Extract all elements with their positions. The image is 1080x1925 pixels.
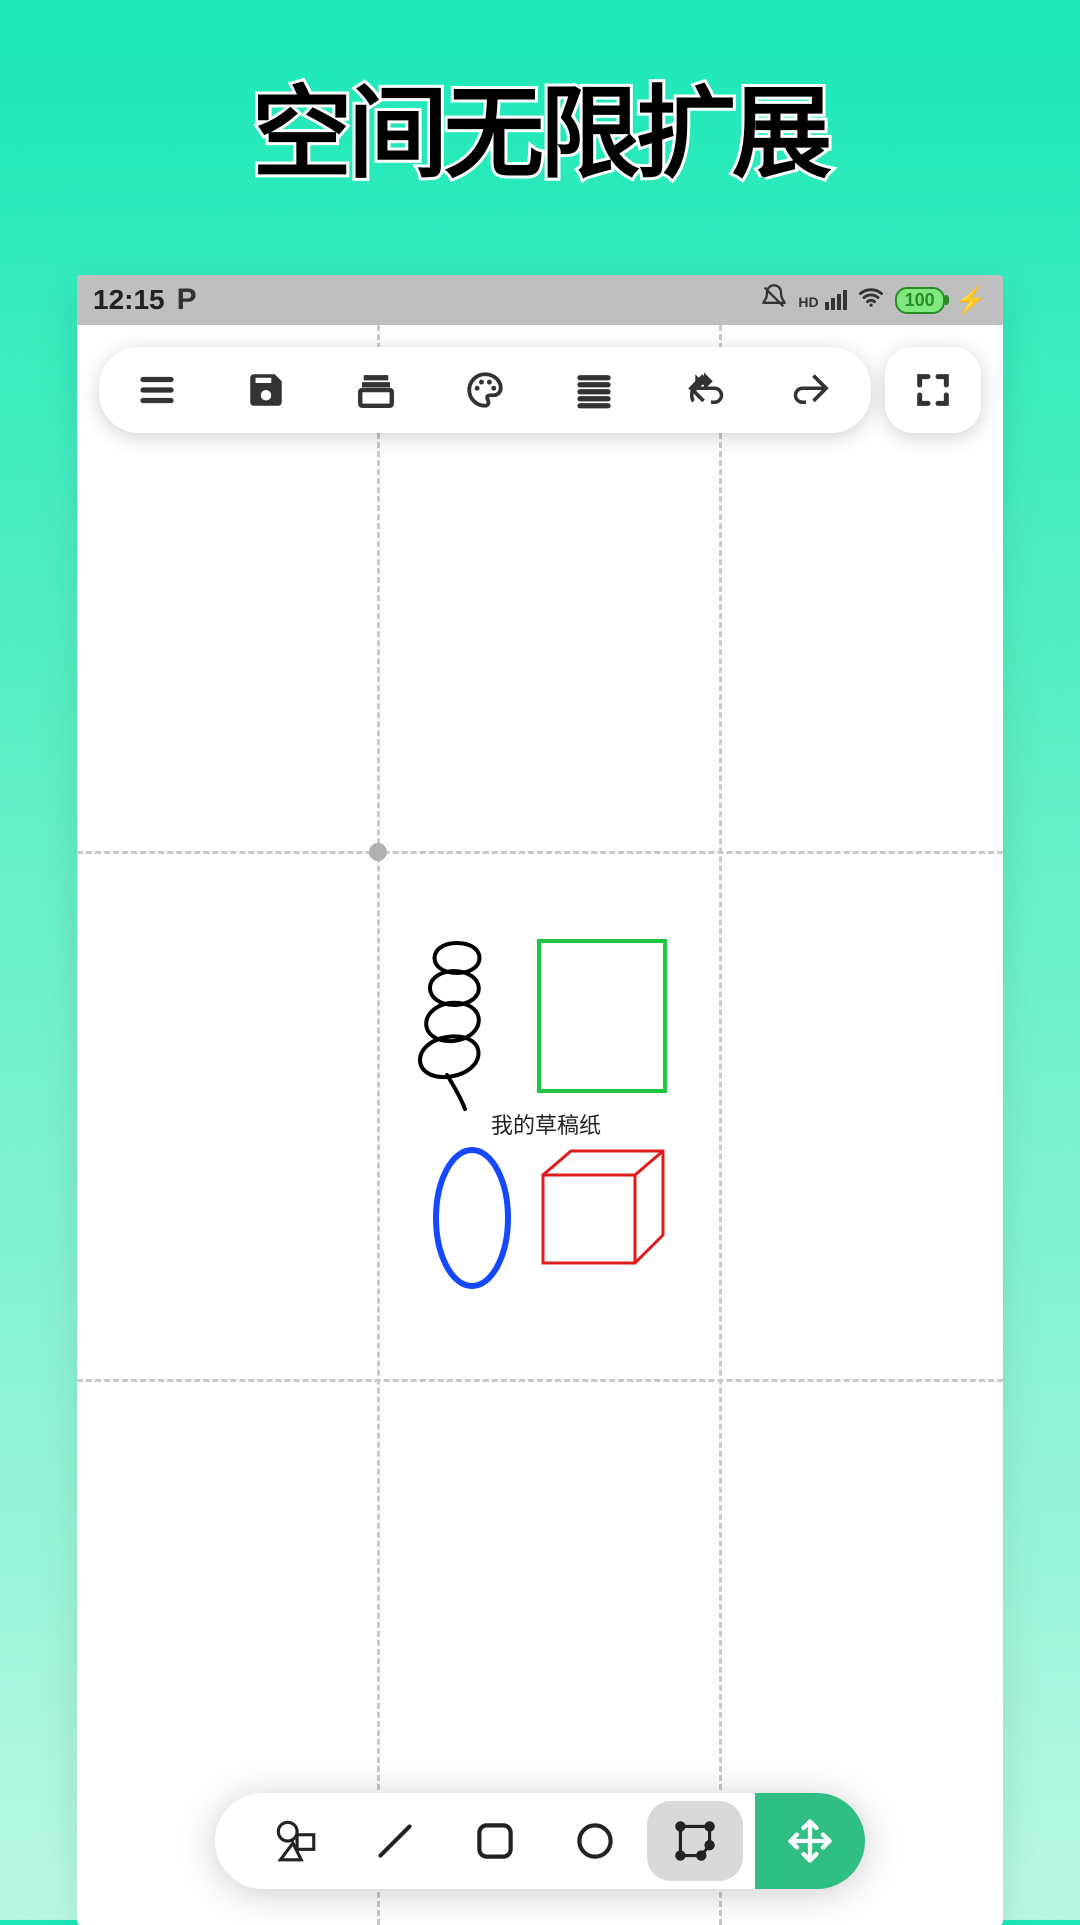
fullscreen-button[interactable] [885, 347, 981, 433]
mute-icon [760, 283, 788, 318]
grid-line-v1 [377, 325, 380, 1925]
move-tool-button[interactable] [755, 1793, 865, 1889]
hd-signal-icon: HD [798, 290, 846, 310]
charging-icon: ⚡ [955, 285, 987, 316]
palette-button[interactable] [457, 362, 513, 418]
green-rect-drawing [537, 939, 677, 1099]
grid-anchor-dot [369, 843, 387, 861]
status-bar: 12:15 P HD [77, 275, 1003, 325]
status-time: 12:15 [93, 284, 165, 316]
canvas[interactable]: 我的草稿纸 [77, 325, 1003, 1925]
blue-ellipse-drawing [429, 1145, 519, 1295]
top-toolbar [99, 347, 981, 433]
hero-title: 空间无限扩展 [0, 52, 1080, 197]
wifi-icon [857, 283, 885, 318]
rect-tool-button[interactable] [447, 1801, 543, 1881]
line-tool-button[interactable] [347, 1801, 443, 1881]
shapes-tool-button[interactable] [247, 1801, 343, 1881]
grid-line-h1 [77, 851, 1003, 854]
toolbar-main [99, 347, 871, 433]
grid-line-h2 [77, 1379, 1003, 1382]
undo-button[interactable] [676, 362, 732, 418]
red-cube-drawing [537, 1145, 677, 1275]
layers-button[interactable] [348, 362, 404, 418]
canvas-text-label: 我的草稿纸 [491, 1108, 601, 1140]
path-edit-tool-button[interactable] [647, 1801, 743, 1881]
redo-button[interactable] [785, 362, 841, 418]
circle-tool-button[interactable] [547, 1801, 643, 1881]
carrier-icon: P [177, 283, 197, 317]
paragraph-button[interactable] [566, 362, 622, 418]
menu-button[interactable] [129, 362, 185, 418]
phone-frame: 12:15 P HD [77, 275, 1003, 1925]
bottom-toolbar [215, 1793, 865, 1889]
grid-line-v2 [719, 325, 722, 1925]
scribble-drawing [407, 933, 507, 1113]
save-button[interactable] [238, 362, 294, 418]
battery-indicator: 100 [895, 287, 945, 314]
